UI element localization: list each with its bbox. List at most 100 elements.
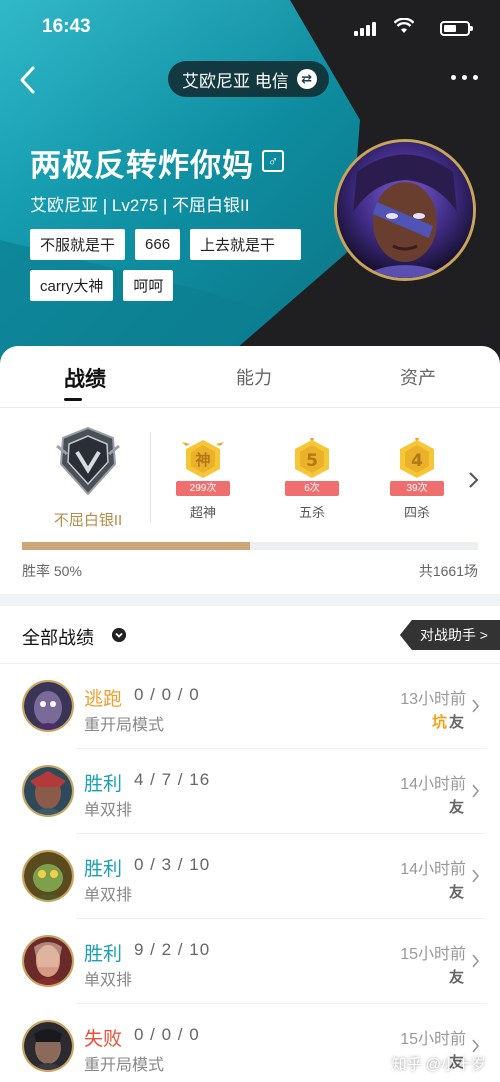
badge-friend: 友 [448, 969, 464, 986]
match-row[interactable]: 胜利 9 / 2 / 10 单双排 15小时前 友 [0, 919, 500, 1004]
match-row[interactable]: 胜利 4 / 7 / 16 单双排 14小时前 友 [0, 749, 500, 834]
battery-icon [440, 21, 473, 36]
match-time: 14小时前 [400, 861, 466, 878]
chevron-right-icon [472, 784, 480, 798]
signal-icon [354, 22, 376, 36]
medal-name: 五杀 [298, 505, 325, 520]
status-bar: 16:43 [42, 14, 473, 40]
match-time: 15小时前 [400, 1031, 466, 1048]
player-tag[interactable]: 上去就是干 [190, 229, 302, 260]
swap-icon: ⇄ [296, 69, 317, 89]
player-tag[interactable]: carry大神 [30, 270, 114, 301]
back-arrow-icon[interactable] [14, 62, 44, 98]
tab-assets[interactable]: 资产 [400, 364, 436, 390]
chevron-right-icon [472, 699, 480, 713]
match-mode: 单双排 [84, 802, 133, 819]
match-result: 胜利 [84, 774, 123, 795]
match-mode: 重开局模式 [84, 1057, 165, 1074]
badge-friend: 友 [448, 799, 464, 816]
rank-emblem[interactable] [36, 424, 140, 505]
champion-avatar [22, 850, 74, 902]
gender-male-icon: ♂ [262, 150, 284, 172]
divider [150, 432, 151, 522]
tab-ability[interactable]: 能力 [236, 364, 272, 390]
total-games-label: 共1661场 [418, 563, 478, 579]
dropdown-icon[interactable] [112, 628, 126, 642]
match-badges: 友 [449, 966, 464, 987]
wifi-icon [394, 18, 414, 33]
pentakill-badge-icon: 5 [295, 438, 329, 478]
match-row[interactable]: 胜利 0 / 3 / 10 单双排 14小时前 友 [0, 834, 500, 919]
medal-pentakill[interactable]: 5 6次 五杀 [279, 438, 345, 520]
server-label: 艾欧尼亚 电信 [182, 71, 289, 91]
match-result: 胜利 [84, 859, 123, 880]
match-kda: 0 / 0 / 0 [134, 685, 200, 704]
player-tag[interactable]: 666 [135, 229, 181, 260]
match-mode: 单双排 [84, 972, 133, 989]
match-time: 14小时前 [400, 776, 466, 793]
medal-glyph: 5 [306, 451, 318, 471]
medal-legendary[interactable]: 神 299次 超神 [170, 438, 236, 520]
match-result: 逃跑 [84, 689, 123, 710]
match-result: 失败 [84, 1029, 123, 1050]
medal-glyph: 4 [411, 451, 423, 471]
active-tab-indicator [64, 398, 82, 401]
player-server-level-rank: 艾欧尼亚 | Lv275 | 不屈白银II [30, 196, 250, 215]
match-kda: 0 / 0 / 0 [134, 1025, 200, 1044]
medal-name: 四杀 [403, 505, 430, 520]
win-rate-bar [22, 542, 478, 550]
quadrakill-badge-icon: 4 [400, 438, 434, 478]
match-badges: 友 [449, 796, 464, 817]
rank-label: 不屈白银II [53, 512, 123, 529]
badge-keng: 坑 [431, 714, 447, 731]
match-time: 15小时前 [400, 946, 466, 963]
player-tag[interactable]: 不服就是干 [30, 229, 126, 260]
match-kda: 4 / 7 / 16 [134, 770, 211, 789]
badge-friend: 友 [448, 884, 464, 901]
player-name: 两极反转炸你妈 [30, 148, 254, 183]
legendary-badge-icon: 神 [182, 440, 224, 478]
match-badges: 友 [449, 881, 464, 902]
champion-avatar [22, 1020, 74, 1072]
champion-avatar [22, 765, 74, 817]
match-badges: 坑 友 [432, 711, 464, 732]
medal-count: 39次 [390, 481, 444, 496]
match-list-header: 全部战绩 对战助手 > [0, 606, 500, 664]
more-options-icon[interactable] [451, 75, 478, 80]
champion-avatar [22, 680, 74, 732]
medal-count: 6次 [285, 481, 339, 496]
chevron-right-icon[interactable] [466, 470, 480, 490]
status-time: 16:43 [42, 16, 91, 37]
tab-match-record[interactable]: 战绩 [64, 363, 106, 393]
match-list: 全部战绩 对战助手 > 逃跑 0 / 0 / 0 重开局模式 13小时前 坑 友… [0, 606, 500, 1082]
champion-avatar [22, 935, 74, 987]
stats-card: 战绩 能力 资产 不屈白银II 神 299次 超神 5 6次 五杀 4 39次 … [0, 346, 500, 594]
battle-assistant-button[interactable]: 对战助手 > [399, 620, 500, 650]
medal-name: 超神 [189, 505, 216, 520]
tab-bar: 战绩 能力 资产 [0, 346, 500, 408]
player-tag[interactable]: 呵呵 [123, 270, 174, 301]
match-time: 13小时前 [400, 691, 466, 708]
win-rate-bar-fill [22, 542, 250, 550]
match-kda: 9 / 2 / 10 [134, 940, 211, 959]
match-row[interactable]: 逃跑 0 / 0 / 0 重开局模式 13小时前 坑 友 [0, 664, 500, 749]
chevron-right-icon [472, 954, 480, 968]
player-tags: 不服就是干 666 上去就是干 carry大神 呵呵 [30, 229, 330, 301]
medal-quadrakill[interactable]: 4 39次 四杀 [384, 438, 450, 520]
chevron-right-icon [472, 869, 480, 883]
server-switch-button[interactable]: 艾欧尼亚 电信 ⇄ [168, 61, 329, 97]
match-kda: 0 / 3 / 10 [134, 855, 211, 874]
chevron-right-icon [472, 1039, 480, 1053]
medal-count: 299次 [176, 481, 230, 496]
match-mode: 单双排 [84, 887, 133, 904]
match-mode: 重开局模式 [84, 717, 165, 734]
player-avatar[interactable] [334, 139, 476, 281]
match-result: 胜利 [84, 944, 123, 965]
silver-rank-icon [56, 426, 120, 496]
watermark: 知乎 @小十岁 [391, 1056, 486, 1073]
profile-header: 16:43 艾欧尼亚 电信 ⇄ 两极反转炸你妈 ♂ 艾欧尼亚 | Lv275 |… [0, 0, 500, 380]
badge-friend: 友 [448, 714, 464, 731]
match-filter-label[interactable]: 全部战绩 [22, 624, 94, 650]
medal-glyph: 神 [195, 451, 210, 469]
win-rate-label: 胜率 50% [22, 563, 82, 579]
